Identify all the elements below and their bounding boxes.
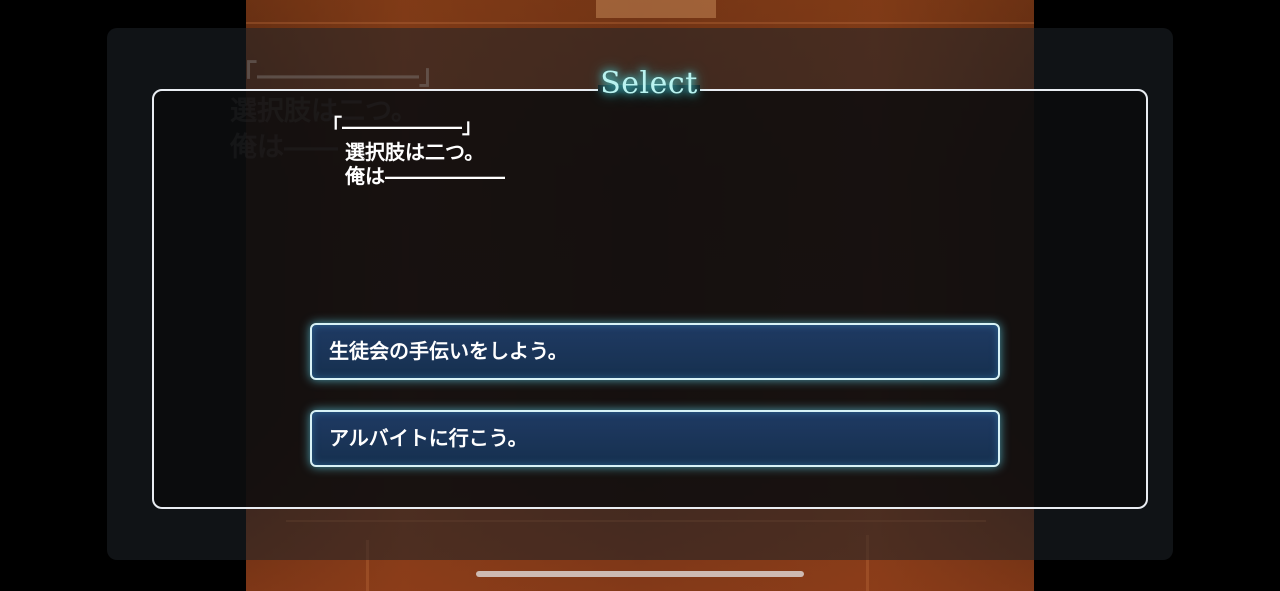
speech-bracket-line: 「――――――」	[322, 112, 505, 140]
game-screen: 「――――――」 選択肢は二つ。 俺は―― Select 「――――――」 選択…	[0, 0, 1280, 591]
close-bracket: 」	[462, 114, 482, 138]
dialogue-text: 「――――――」 選択肢は二つ。 俺は――――――	[322, 112, 505, 188]
dialogue-line-2: 俺は――――――	[345, 164, 505, 188]
choice-button-part-time-job[interactable]: アルバイトに行こう。	[310, 410, 1000, 467]
open-bracket: 「	[322, 114, 342, 138]
dialogue-line-1: 選択肢は二つ。	[345, 140, 485, 164]
select-title: Select	[600, 66, 698, 101]
bracket-dash: ――――――	[342, 114, 462, 138]
choice-button-student-council[interactable]: 生徒会の手伝いをしよう。	[310, 323, 1000, 380]
home-indicator[interactable]	[476, 571, 804, 577]
